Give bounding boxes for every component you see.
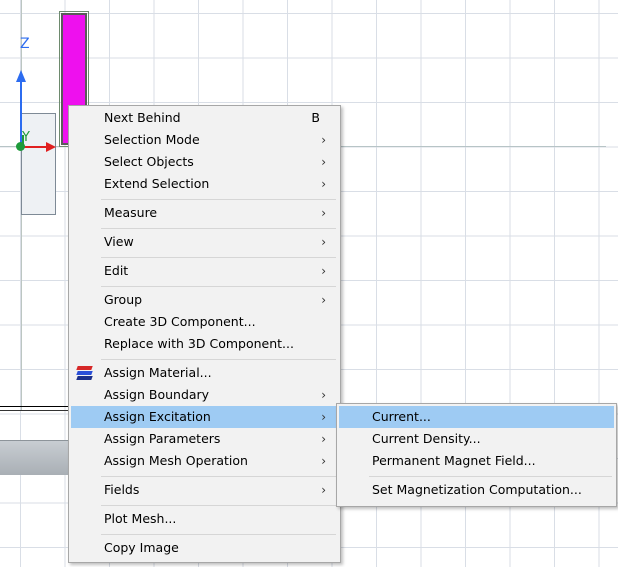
menu-separator xyxy=(101,534,336,535)
submenu-arrow-icon: › xyxy=(321,454,326,468)
menu-item-create-3d-component[interactable]: Create 3D Component... xyxy=(71,311,338,333)
menu-item-label: Next Behind xyxy=(104,110,181,125)
menu-item-replace-with-3d-component[interactable]: Replace with 3D Component... xyxy=(71,333,338,355)
menu-item-label: Group xyxy=(104,292,143,307)
submenu-arrow-icon: › xyxy=(321,235,326,249)
submenu-arrow-icon: › xyxy=(321,410,326,424)
menu-item-assign-mesh-operation[interactable]: Assign Mesh Operation › xyxy=(71,450,338,472)
menu-item-label: Measure xyxy=(104,205,158,220)
submenu-item-set-magnetization-computation[interactable]: Set Magnetization Computation... xyxy=(339,479,614,501)
menu-item-label: Assign Mesh Operation xyxy=(104,453,248,468)
menu-item-label: Create 3D Component... xyxy=(104,314,256,329)
menu-separator xyxy=(101,257,336,258)
submenu-arrow-icon: › xyxy=(321,388,326,402)
bottom-panel-strip xyxy=(0,440,70,475)
excitation-submenu: Current... Current Density... Permanent … xyxy=(336,403,617,507)
menu-item-label: Assign Excitation xyxy=(104,409,211,424)
menu-item-group[interactable]: Group › xyxy=(71,289,338,311)
menu-item-label: Select Objects xyxy=(104,154,194,169)
submenu-arrow-icon: › xyxy=(321,206,326,220)
menu-item-select-objects[interactable]: Select Objects › xyxy=(71,151,338,173)
menu-item-view[interactable]: View › xyxy=(71,231,338,253)
menu-separator xyxy=(101,199,336,200)
menu-item-selection-mode[interactable]: Selection Mode › xyxy=(71,129,338,151)
menu-item-measure[interactable]: Measure › xyxy=(71,202,338,224)
submenu-arrow-icon: › xyxy=(321,133,326,147)
menu-separator xyxy=(101,505,336,506)
shortcut-label: B xyxy=(311,110,320,125)
z-axis-arrowhead xyxy=(16,70,26,82)
menu-item-assign-material[interactable]: Assign Material... xyxy=(71,362,338,384)
menu-item-label: Fields xyxy=(104,482,140,497)
menu-item-fields[interactable]: Fields › xyxy=(71,479,338,501)
submenu-arrow-icon: › xyxy=(321,177,326,191)
submenu-arrow-icon: › xyxy=(321,432,326,446)
menu-item-label: Edit xyxy=(104,263,129,278)
menu-item-plot-mesh[interactable]: Plot Mesh... xyxy=(71,508,338,530)
submenu-item-permanent-magnet-field[interactable]: Permanent Magnet Field... xyxy=(339,450,614,472)
menu-item-label: Set Magnetization Computation... xyxy=(372,482,582,497)
menu-item-label: Plot Mesh... xyxy=(104,511,177,526)
menu-separator xyxy=(101,286,336,287)
model-box-object[interactable] xyxy=(21,113,56,215)
menu-item-label: Copy Image xyxy=(104,540,179,555)
submenu-arrow-icon: › xyxy=(321,293,326,307)
submenu-arrow-icon: › xyxy=(321,264,326,278)
z-axis-label: Z xyxy=(20,36,30,52)
menu-item-copy-image[interactable]: Copy Image xyxy=(71,537,338,559)
submenu-item-current[interactable]: Current... xyxy=(339,406,614,428)
menu-item-assign-parameters[interactable]: Assign Parameters › xyxy=(71,428,338,450)
context-menu: Next Behind B Selection Mode › Select Ob… xyxy=(68,105,341,563)
menu-item-label: View xyxy=(104,234,134,249)
menu-item-label: Permanent Magnet Field... xyxy=(372,453,536,468)
material-icon xyxy=(76,366,93,380)
menu-separator xyxy=(101,228,336,229)
menu-item-assign-boundary[interactable]: Assign Boundary › xyxy=(71,384,338,406)
menu-item-label: Assign Boundary xyxy=(104,387,210,402)
menu-item-label: Assign Material... xyxy=(104,365,212,380)
y-axis-label: Y xyxy=(22,130,30,145)
menu-item-label: Selection Mode xyxy=(104,132,200,147)
menu-item-label: Assign Parameters xyxy=(104,431,221,446)
menu-item-label: Current Density... xyxy=(372,431,481,446)
x-axis-arrowhead xyxy=(46,142,56,152)
menu-item-next-behind[interactable]: Next Behind B xyxy=(71,107,338,129)
menu-item-label: Current... xyxy=(372,409,431,424)
menu-item-extend-selection[interactable]: Extend Selection › xyxy=(71,173,338,195)
menu-item-label: Replace with 3D Component... xyxy=(104,336,294,351)
menu-item-edit[interactable]: Edit › xyxy=(71,260,338,282)
submenu-arrow-icon: › xyxy=(321,155,326,169)
menu-separator xyxy=(369,476,612,477)
submenu-arrow-icon: › xyxy=(321,483,326,497)
submenu-item-current-density[interactable]: Current Density... xyxy=(339,428,614,450)
menu-separator xyxy=(101,476,336,477)
menu-item-label: Extend Selection xyxy=(104,176,210,191)
menu-item-assign-excitation[interactable]: Assign Excitation › xyxy=(71,406,338,428)
menu-separator xyxy=(101,359,336,360)
